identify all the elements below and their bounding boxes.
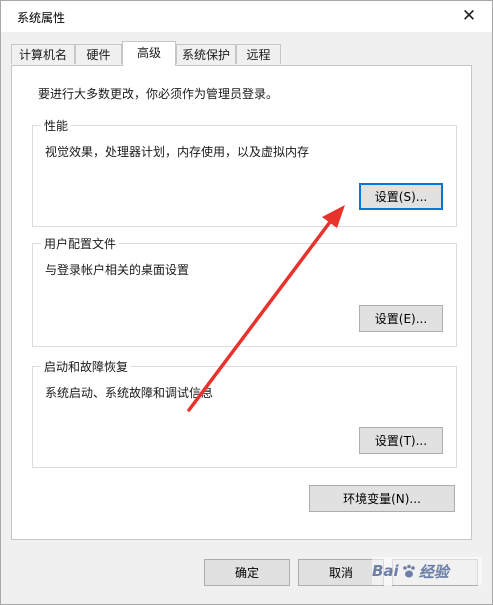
startup-recovery-group: 启动和故障恢复 系统启动、系统故障和调试信息 设置(T)... <box>32 358 457 468</box>
title-bar: 系统属性 ✕ <box>1 1 492 32</box>
tab-system-protection[interactable]: 系统保护 <box>176 44 236 64</box>
user-profiles-description: 与登录帐户相关的桌面设置 <box>45 263 190 277</box>
tab-computer-name[interactable]: 计算机名 <box>11 44 75 64</box>
baidu-jingyan-watermark: Bai 经验 <box>372 557 482 585</box>
paw-icon <box>402 564 415 578</box>
environment-variables-button[interactable]: 环境变量(N)... <box>309 485 455 512</box>
performance-group-title: 性能 <box>41 117 72 134</box>
advanced-tab-panel: 要进行大多数更改，你必须作为管理员登录。 性能 视觉效果，处理器计划，内存使用，… <box>11 65 472 540</box>
tab-advanced[interactable]: 高级 <box>122 41 176 66</box>
window-title: 系统属性 <box>17 11 66 25</box>
tab-remote[interactable]: 远程 <box>236 44 281 64</box>
startup-recovery-settings-button[interactable]: 设置(T)... <box>359 427 443 454</box>
user-profiles-group: 用户配置文件 与登录帐户相关的桌面设置 设置(E)... <box>32 235 457 347</box>
user-profiles-settings-button[interactable]: 设置(E)... <box>359 305 443 332</box>
performance-settings-button[interactable]: 设置(S)... <box>359 183 443 210</box>
admin-notice: 要进行大多数更改，你必须作为管理员登录。 <box>38 87 279 101</box>
startup-recovery-description: 系统启动、系统故障和调试信息 <box>45 386 214 400</box>
ok-button[interactable]: 确定 <box>204 559 290 586</box>
watermark-left-text: Bai <box>372 562 399 580</box>
tab-strip: 计算机名 硬件 高级 系统保护 远程 <box>11 41 481 66</box>
performance-group: 性能 视觉效果，处理器计划，内存使用，以及虚拟内存 设置(S)... <box>32 117 457 227</box>
watermark-right-text: 经验 <box>418 562 449 581</box>
user-profiles-group-title: 用户配置文件 <box>41 235 120 252</box>
close-icon[interactable]: ✕ <box>458 5 480 27</box>
tab-hardware[interactable]: 硬件 <box>75 44 122 64</box>
system-properties-window: 系统属性 ✕ 计算机名 硬件 高级 系统保护 远程 要进行大多数更改，你必须作为… <box>0 0 493 605</box>
startup-recovery-group-title: 启动和故障恢复 <box>41 358 132 375</box>
performance-description: 视觉效果，处理器计划，内存使用，以及虚拟内存 <box>45 145 310 159</box>
